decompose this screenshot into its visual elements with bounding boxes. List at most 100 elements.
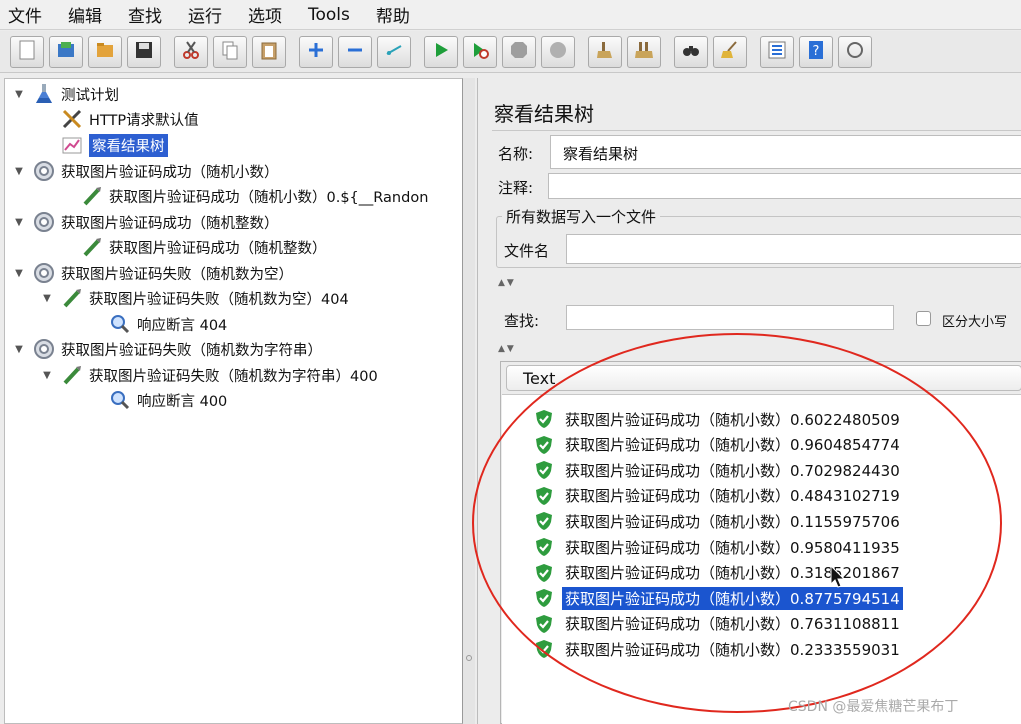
result-row[interactable]: 获取图片验证码成功（随机小数）0.1155975706 bbox=[534, 509, 903, 533]
shutdown-button[interactable] bbox=[541, 35, 575, 68]
result-label: 获取图片验证码成功（随机小数）0.6022480509 bbox=[565, 410, 900, 429]
name-field[interactable]: 察看结果树 bbox=[550, 135, 1021, 169]
tree-node[interactable]: 获取图片验证码成功（随机整数） bbox=[61, 235, 327, 259]
menu-file[interactable]: 文件 bbox=[8, 2, 42, 27]
sampler-icon bbox=[61, 364, 83, 386]
expand-toggle-icon[interactable]: ▼ bbox=[13, 166, 25, 177]
case-sensitive-checkbox[interactable] bbox=[916, 311, 931, 326]
thread-group-icon bbox=[33, 160, 55, 182]
tree-node[interactable]: ▼ 获取图片验证码成功（随机小数） bbox=[13, 159, 279, 183]
tree-node[interactable]: 响应断言 404 bbox=[89, 312, 227, 336]
start-no-pause-button[interactable] bbox=[463, 35, 497, 68]
reset-search-button[interactable] bbox=[713, 35, 747, 68]
save-icon bbox=[133, 39, 155, 65]
menu-options[interactable]: 选项 bbox=[248, 2, 282, 27]
toggle-icon bbox=[383, 39, 405, 65]
tree-node[interactable]: ▼ 获取图片验证码失败（随机数为字符串）400 bbox=[41, 363, 378, 387]
tree-node[interactable]: ▼ 获取图片验证码失败（随机数为空） bbox=[13, 261, 293, 285]
upper-split-arrows[interactable]: ▲▼ bbox=[498, 278, 516, 288]
result-row[interactable]: 获取图片验证码成功（随机小数）0.6022480509 bbox=[534, 407, 903, 431]
tree-node-label: 获取图片验证码失败（随机数为空）404 bbox=[89, 291, 349, 308]
copy-button[interactable] bbox=[213, 35, 247, 68]
sampler-icon bbox=[81, 185, 103, 207]
comment-label: 注释: bbox=[498, 179, 534, 197]
reset-search-icon bbox=[719, 39, 741, 65]
expand-toggle-icon[interactable]: ▼ bbox=[13, 344, 25, 355]
pane-splitter[interactable] bbox=[463, 78, 475, 724]
menu-search[interactable]: 查找 bbox=[128, 2, 162, 27]
result-row[interactable]: 获取图片验证码成功（随机小数）0.3185201867 bbox=[534, 561, 903, 585]
toggle-button[interactable] bbox=[377, 35, 411, 68]
success-shield-icon bbox=[534, 563, 554, 583]
tree-node[interactable]: 响应断言 400 bbox=[89, 388, 227, 412]
result-row[interactable]: 获取图片验证码成功（随机小数）0.2333559031 bbox=[534, 637, 903, 661]
new-button[interactable] bbox=[10, 35, 44, 68]
paste-button[interactable] bbox=[252, 35, 286, 68]
menu-tools[interactable]: Tools bbox=[308, 5, 350, 25]
mouse-cursor-icon bbox=[830, 564, 846, 593]
result-row[interactable]: 获取图片验证码成功（随机小数）0.9604854774 bbox=[534, 433, 903, 457]
tree-node-label: 获取图片验证码失败（随机数为字符串） bbox=[61, 342, 322, 359]
lower-split-arrows[interactable]: ▲▼ bbox=[498, 344, 516, 354]
splitter-handle[interactable] bbox=[466, 655, 472, 661]
success-shield-icon bbox=[534, 409, 554, 429]
menu-edit[interactable]: 编辑 bbox=[68, 2, 102, 27]
tree-node[interactable]: ▼ 获取图片验证码成功（随机整数） bbox=[13, 210, 279, 234]
tree-node[interactable]: 察看结果树 bbox=[41, 133, 168, 157]
success-shield-icon bbox=[534, 537, 554, 557]
tree-node[interactable]: ▼ 获取图片验证码失败（随机数为字符串） bbox=[13, 337, 322, 361]
expand-toggle-icon[interactable]: ▼ bbox=[13, 217, 25, 228]
cut-button[interactable] bbox=[174, 35, 208, 68]
thread-group-icon bbox=[33, 211, 55, 233]
save-button[interactable] bbox=[127, 35, 161, 68]
start-button[interactable] bbox=[424, 35, 458, 68]
result-label: 获取图片验证码成功（随机小数）0.3185201867 bbox=[565, 564, 900, 583]
tree-node[interactable]: ▼ 测试计划 bbox=[13, 82, 119, 106]
result-row[interactable]: 获取图片验证码成功（随机小数）0.7631108811 bbox=[534, 612, 903, 636]
expand-button[interactable] bbox=[299, 35, 333, 68]
collapse-button[interactable] bbox=[338, 35, 372, 68]
renderer-value: Text bbox=[523, 369, 556, 388]
success-shield-icon bbox=[534, 588, 554, 608]
cut-icon bbox=[180, 39, 202, 65]
expand-toggle-icon[interactable]: ▼ bbox=[41, 293, 53, 304]
chart-icon bbox=[61, 134, 83, 156]
tree-node-label: 获取图片验证码成功（随机整数） bbox=[61, 215, 279, 232]
result-row[interactable]: 获取图片验证码成功（随机小数）0.4843102719 bbox=[534, 484, 903, 508]
sampler-icon bbox=[61, 287, 83, 309]
tree-node[interactable]: HTTP请求默认值 bbox=[41, 107, 199, 131]
renderer-select[interactable]: Text bbox=[506, 365, 1021, 391]
remote-button[interactable] bbox=[838, 35, 872, 68]
case-sensitive-label: 区分大小写 bbox=[942, 315, 1008, 330]
menu-run[interactable]: 运行 bbox=[188, 2, 222, 27]
tree-node-label: 获取图片验证码成功（随机小数） bbox=[61, 164, 279, 181]
tree-node-label: HTTP请求默认值 bbox=[89, 112, 199, 129]
comment-field[interactable] bbox=[548, 173, 1021, 199]
menu-help[interactable]: 帮助 bbox=[376, 2, 410, 27]
help-button[interactable]: ? bbox=[799, 35, 833, 68]
search-input[interactable] bbox=[566, 305, 894, 330]
result-row[interactable]: 获取图片验证码成功（随机小数）0.9580411935 bbox=[534, 535, 903, 559]
templates-button[interactable] bbox=[49, 35, 83, 68]
success-shield-icon bbox=[534, 486, 554, 506]
result-row[interactable]: 获取图片验证码成功（随机小数）0.8775794514 bbox=[534, 586, 903, 610]
function-helper-button[interactable] bbox=[760, 35, 794, 68]
search-button[interactable] bbox=[674, 35, 708, 68]
clear-button[interactable] bbox=[588, 35, 622, 68]
expand-toggle-icon[interactable]: ▼ bbox=[13, 268, 25, 279]
title-divider bbox=[492, 130, 1021, 131]
tree-node[interactable]: 获取图片验证码成功（随机小数）0.${__Randon bbox=[61, 184, 428, 208]
expand-toggle-icon[interactable]: ▼ bbox=[41, 370, 53, 381]
function-helper-icon bbox=[766, 39, 788, 65]
open-button[interactable] bbox=[88, 35, 122, 68]
thread-group-icon bbox=[33, 338, 55, 360]
filename-field[interactable] bbox=[566, 234, 1021, 264]
expand-toggle-icon[interactable]: ▼ bbox=[13, 89, 25, 100]
result-row[interactable]: 获取图片验证码成功（随机小数）0.7029824430 bbox=[534, 458, 903, 482]
result-label: 获取图片验证码成功（随机小数）0.9604854774 bbox=[565, 436, 900, 455]
view-results-tree-panel: 察看结果树 名称: 察看结果树 注释: 所有数据写入一个文件 文件名 ▲▼ 查找… bbox=[477, 78, 1021, 724]
stop-button[interactable] bbox=[502, 35, 536, 68]
clear-all-button[interactable] bbox=[627, 35, 661, 68]
tree-node[interactable]: ▼ 获取图片验证码失败（随机数为空）404 bbox=[41, 286, 349, 310]
expand-icon bbox=[305, 39, 327, 65]
